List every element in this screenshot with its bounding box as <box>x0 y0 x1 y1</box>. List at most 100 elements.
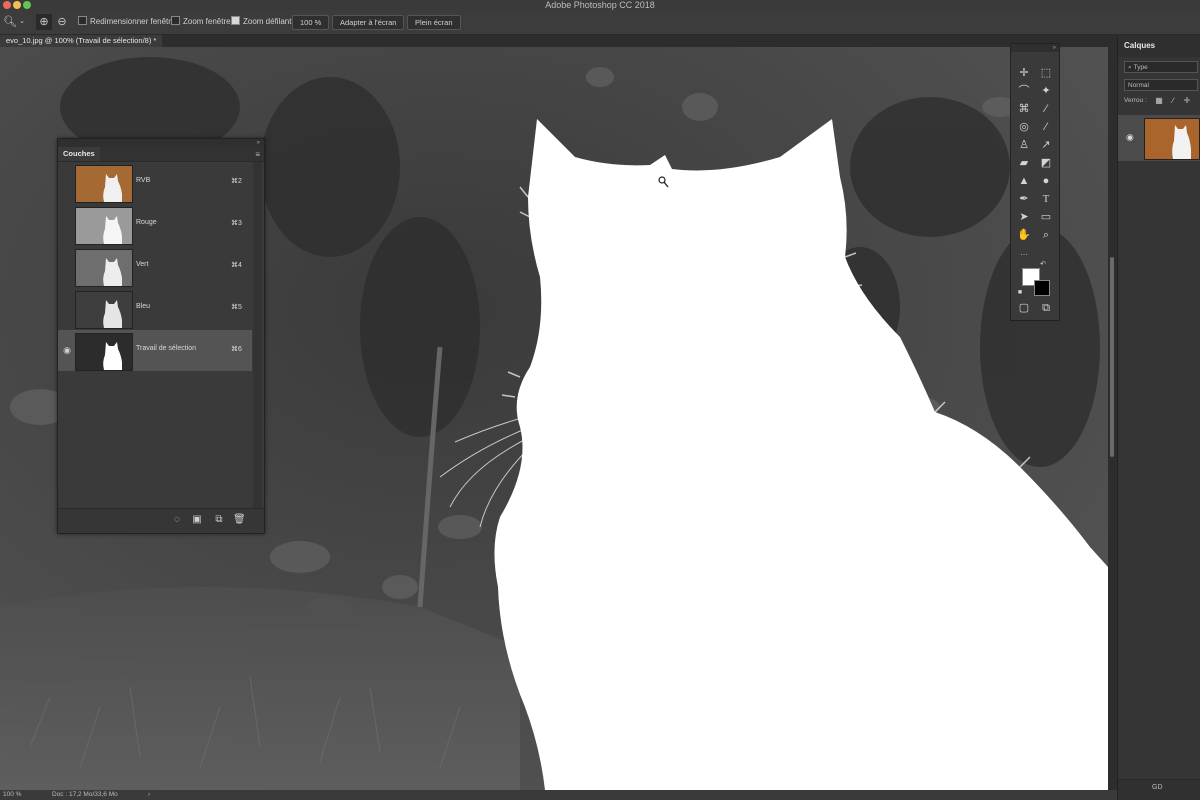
dodge-icon[interactable]: ● <box>1036 172 1056 190</box>
history-brush-icon[interactable]: ↗ <box>1036 136 1056 154</box>
zoom-out-icon[interactable]: ⊖ <box>54 14 70 30</box>
channel-thumbnail <box>75 291 133 329</box>
document-tab[interactable]: evo_10.jpg @ 100% (Travail de sélection/… <box>0 35 163 47</box>
more-tools-icon[interactable]: … <box>1014 244 1034 262</box>
lock-transparency-icon[interactable]: ▦ <box>1154 95 1164 107</box>
pen-icon[interactable]: ✒ <box>1014 190 1034 208</box>
channel-shortcut: ⌘3 <box>231 220 242 227</box>
channel-thumbnail <box>75 207 133 245</box>
channel-visibility-eye-icon[interactable]: ◉ <box>61 344 73 356</box>
tools-drag-bar[interactable]: » <box>1011 44 1059 52</box>
channel-name: Rouge <box>136 219 157 226</box>
tab-layers[interactable]: Calques <box>1124 41 1155 50</box>
channel-visibility-eye-icon[interactable] <box>61 302 73 314</box>
channel-shortcut: ⌘5 <box>231 304 242 311</box>
brush-icon[interactable]: ⁄ <box>1036 118 1056 136</box>
canvas-vertical-scrollbar[interactable] <box>1108 47 1117 790</box>
channel-thumbnail <box>75 249 133 287</box>
channels-tab-row: Couches ≡ <box>58 147 264 162</box>
lock-label: Verrou : <box>1124 97 1147 104</box>
new-channel-icon[interactable]: ⧉ <box>213 514 225 526</box>
lasso-icon[interactable]: ⌒ <box>1014 82 1034 100</box>
right-dock: Calques ⌕ Type Normal Verrou : ▦ ∕ ✛ ◉ GD <box>1117 35 1200 800</box>
scrollbar-thumb[interactable] <box>1110 257 1114 457</box>
channel-visibility-eye-icon[interactable] <box>61 176 73 188</box>
healing-icon[interactable]: ◎ <box>1014 118 1034 136</box>
hand-icon[interactable]: ✋ <box>1014 226 1034 244</box>
collapse-icon[interactable]: » <box>257 139 260 147</box>
chevron-down-icon[interactable]: ⌄ <box>14 14 30 30</box>
lock-position-icon[interactable]: ✛ <box>1182 95 1192 107</box>
channel-name: Bleu <box>136 303 151 310</box>
save-selection-icon[interactable]: ▣ <box>191 514 203 526</box>
layer-visibility-eye-icon[interactable]: ◉ <box>1126 132 1134 143</box>
status-bar: 100 % Doc : 17,2 Mo/33,6 Mo › <box>0 790 1117 800</box>
layers-header: Calques <box>1118 35 1200 57</box>
channel-shortcut: ⌘6 <box>231 346 242 353</box>
channel-visibility-eye-icon[interactable] <box>61 218 73 230</box>
zoom-in-icon[interactable]: ⊕ <box>36 14 52 30</box>
default-colors-icon[interactable]: ■ <box>1015 288 1025 298</box>
checkbox-box-checked[interactable] <box>231 16 240 26</box>
layer-filter-label: Type <box>1133 64 1148 71</box>
checkbox-box[interactable] <box>171 16 180 26</box>
checkbox-box[interactable] <box>78 16 87 26</box>
channel-thumbnail <box>75 333 133 371</box>
tab-channels[interactable]: Couches <box>58 147 100 161</box>
channel-name: Travail de sélection <box>136 345 197 352</box>
resize-windows-label: Redimensionner fenêtres <box>90 17 180 26</box>
channel-shortcut: ⌘4 <box>231 262 242 269</box>
channels-scrollbar[interactable] <box>253 162 262 508</box>
type-icon[interactable]: T <box>1036 190 1056 208</box>
path-select-icon[interactable]: ➤ <box>1014 208 1034 226</box>
channel-thumbnail <box>75 165 133 203</box>
delete-channel-icon[interactable]: 🗑︎ <box>233 514 246 526</box>
channel-row[interactable]: Rouge ⌘3 <box>58 204 252 245</box>
zoom-all-windows-checkbox[interactable]: Zoom fenêtres <box>171 16 235 28</box>
lock-pixels-icon[interactable]: ∕ <box>1168 95 1178 107</box>
rectangle-icon[interactable]: ▭ <box>1036 208 1056 226</box>
fill-screen-button[interactable]: Plein écran <box>407 15 461 30</box>
panel-drag-bar[interactable]: » <box>58 139 264 147</box>
channels-panel: » Couches ≡ RVB ⌘2 Rouge ⌘3 Vert ⌘4 Bleu ⌘5 ◉ Tra… <box>57 138 265 534</box>
layers-footer-label[interactable]: GD <box>1152 784 1163 791</box>
blur-icon[interactable]: ▲ <box>1014 172 1034 190</box>
channels-footer: ◌ ▣ ⧉ 🗑︎ <box>58 508 264 533</box>
channel-shortcut: ⌘2 <box>231 178 242 185</box>
options-bar: 🔍︎ ⌄ ⊕ ⊖ Redimensionner fenêtres Zoom fe… <box>0 10 1200 35</box>
scrubby-zoom-checkbox[interactable]: Zoom défilant <box>231 16 291 28</box>
crop-icon[interactable]: ⌘ <box>1014 100 1034 118</box>
search-icon: ⌕ <box>1128 64 1132 71</box>
layer-row[interactable]: ◉ <box>1118 115 1200 161</box>
channel-visibility-eye-icon[interactable] <box>61 260 73 272</box>
swap-colors-icon[interactable]: ↶ <box>1037 260 1049 270</box>
fit-screen-button[interactable]: Adapter à l'écran <box>332 15 405 30</box>
channel-row[interactable]: Vert ⌘4 <box>58 246 252 287</box>
paint-bucket-icon[interactable]: ◩ <box>1036 154 1056 172</box>
eraser-icon[interactable]: ▰ <box>1014 154 1034 172</box>
channel-row[interactable]: ◉ Travail de sélection ⌘6 <box>58 330 252 371</box>
resize-windows-checkbox[interactable]: Redimensionner fenêtres <box>78 16 179 28</box>
channel-row[interactable]: RVB ⌘2 <box>58 162 252 203</box>
channel-row[interactable]: Bleu ⌘5 <box>58 288 252 329</box>
layer-thumbnail <box>1144 118 1200 160</box>
blend-mode-select[interactable]: Normal <box>1124 79 1198 91</box>
eyedropper-icon[interactable]: ∕ <box>1036 100 1056 118</box>
status-arrow-icon[interactable]: › <box>148 790 150 800</box>
zoom-tool-icon[interactable]: ⌕ <box>1036 226 1056 244</box>
marquee-icon[interactable]: ⬚ <box>1036 64 1056 82</box>
layer-filter-kind[interactable]: ⌕ Type <box>1124 61 1198 73</box>
panel-menu-icon[interactable]: ≡ <box>255 150 260 159</box>
scrubby-zoom-label: Zoom défilant <box>243 17 292 26</box>
background-color-swatch[interactable] <box>1034 280 1050 296</box>
magic-wand-icon[interactable]: ✦ <box>1036 82 1056 100</box>
zoom-value-field[interactable]: 100 % <box>292 15 330 30</box>
channel-name: Vert <box>136 261 149 268</box>
title-bar: Adobe Photoshop CC 2018 <box>0 0 1200 10</box>
status-zoom[interactable]: 100 % <box>3 790 21 800</box>
stamp-icon[interactable]: ♙ <box>1014 136 1034 154</box>
load-selection-icon[interactable]: ◌ <box>171 514 183 526</box>
screen-mode-icon[interactable]: ⧉ <box>1036 299 1056 317</box>
move-icon[interactable]: ✛ <box>1014 64 1034 82</box>
quick-mask-icon[interactable]: ▢ <box>1014 299 1034 317</box>
